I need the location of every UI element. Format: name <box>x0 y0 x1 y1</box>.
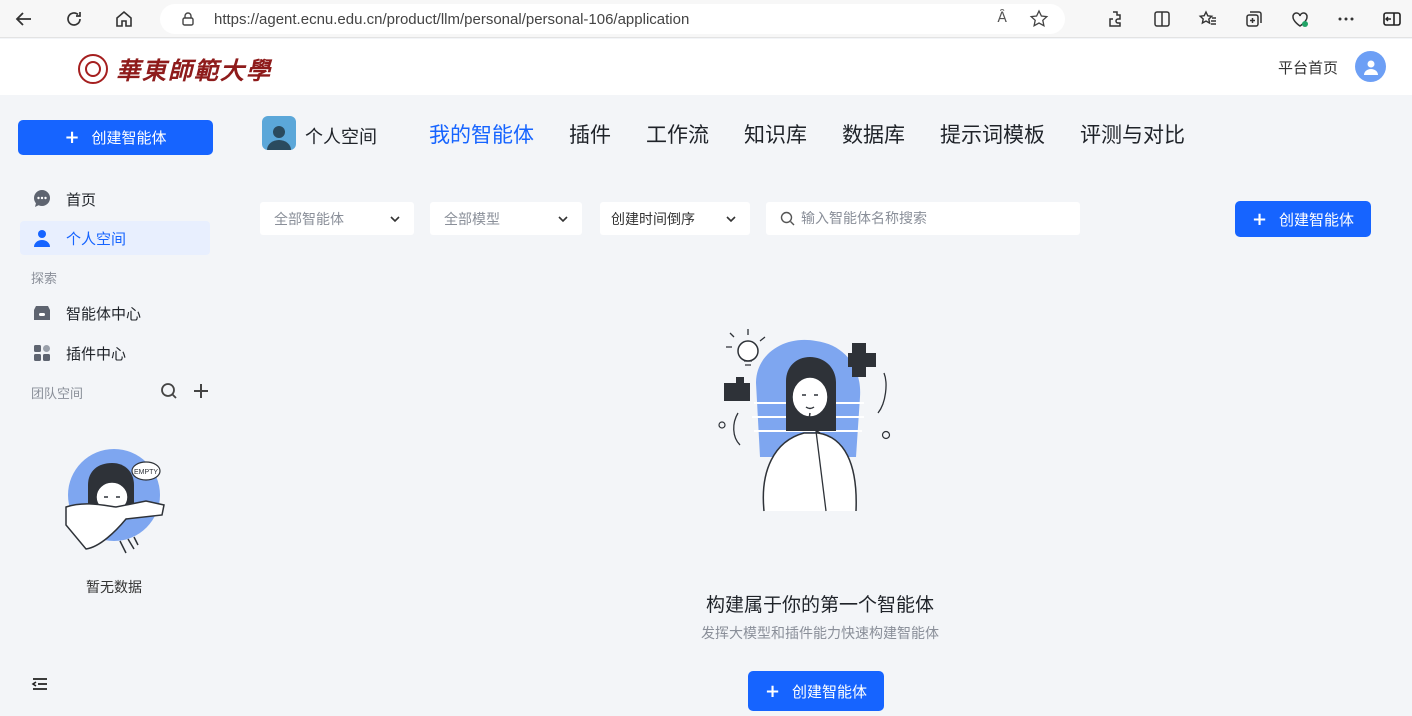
personal-space-title: 个人空间 <box>305 127 377 148</box>
empty-state-title: 构建属于你的第一个智能体 <box>705 594 934 616</box>
tab-prompt-templates[interactable]: 提示词模板 <box>940 119 1045 149</box>
empty-team-illustration: EMPTY <box>65 449 165 554</box>
app-header: 華東師範大學 平台首页 <box>0 39 1412 95</box>
sidebar-item-home[interactable]: 首页 <box>20 182 210 216</box>
browser-toolbar: https://agent.ecnu.edu.cn/product/llm/pe… <box>0 0 1412 38</box>
tab-my-agents[interactable]: 我的智能体 <box>429 119 534 149</box>
explore-section-label: 探索 <box>31 272 58 287</box>
university-seal-icon <box>78 53 108 84</box>
plus-icon: + <box>1251 208 1268 230</box>
agent-search-box[interactable] <box>766 202 1080 235</box>
sort-select[interactable]: 创建时间倒序 <box>600 202 750 235</box>
sidebar-item-label: 智能体中心 <box>66 304 142 323</box>
plus-icon: + <box>64 127 80 148</box>
empty-state-subtitle: 发挥大模型和插件能力快速构建智能体 <box>701 626 939 642</box>
reload-button[interactable] <box>56 4 92 34</box>
user-icon <box>32 228 52 248</box>
browser-extensions <box>1086 4 1408 34</box>
model-value: 全部模型 <box>444 211 500 228</box>
split-screen-icon[interactable] <box>1146 4 1178 34</box>
sidebar-create-agent-button[interactable]: + 创建智能体 <box>18 120 213 155</box>
chat-bubble-icon <box>32 189 52 209</box>
tab-workflows[interactable]: 工作流 <box>646 119 709 149</box>
sidebar-create-label: 创建智能体 <box>91 129 167 147</box>
search-icon <box>780 211 795 226</box>
empty-bubble-text: EMPTY <box>134 469 158 476</box>
tab-database[interactable]: 数据库 <box>842 119 905 149</box>
logo-text: 華東師範大學 <box>116 56 272 85</box>
sidebar-item-label: 个人空间 <box>66 229 127 248</box>
sort-value: 创建时间倒序 <box>611 211 695 228</box>
tab-evaluation[interactable]: 评测与对比 <box>1080 119 1185 149</box>
collections-icon[interactable] <box>1238 4 1270 34</box>
browser-health-icon[interactable] <box>1284 4 1316 34</box>
address-bar[interactable]: https://agent.ecnu.edu.cn/product/llm/pe… <box>160 4 1065 34</box>
sidebar-item-plugin-center[interactable]: 插件中心 <box>20 336 210 370</box>
main-content: 个人空间 我的智能体 插件 工作流 知识库 数据库 提示词模板 评测与对比 全部… <box>228 95 1412 716</box>
sidebar-item-label: 插件中心 <box>66 344 127 363</box>
chevron-down-icon <box>558 216 568 223</box>
sidebar-item-personal-space[interactable]: 个人空间 <box>20 221 210 255</box>
personal-space-avatar <box>262 116 296 150</box>
agent-type-value: 全部智能体 <box>274 211 344 228</box>
team-space-label: 团队空间 <box>31 387 84 402</box>
more-menu-icon[interactable] <box>1330 4 1362 34</box>
plugin-grid-icon <box>32 343 52 363</box>
sidebar-item-agent-center[interactable]: 智能体中心 <box>20 296 210 330</box>
read-aloud-icon[interactable]: Ȃ <box>997 10 1007 26</box>
empty-create-agent-button[interactable]: + 创建智能体 <box>748 671 884 711</box>
user-avatar[interactable] <box>1355 51 1386 82</box>
agent-store-icon <box>32 303 52 323</box>
model-select[interactable]: 全部模型 <box>430 202 582 235</box>
university-logo[interactable]: 華東師範大學 <box>78 51 272 86</box>
create-agent-button[interactable]: + 创建智能体 <box>1235 201 1371 237</box>
lock-icon <box>182 12 194 26</box>
sidebar-item-label: 首页 <box>66 190 97 209</box>
extensions-icon[interactable] <box>1100 4 1132 34</box>
create-agent-label: 创建智能体 <box>1279 210 1355 229</box>
chevron-down-icon <box>726 216 736 223</box>
space-tabs: 我的智能体 插件 工作流 知识库 数据库 提示词模板 评测与对比 <box>429 119 1220 149</box>
chevron-down-icon <box>390 216 400 223</box>
favorites-icon[interactable] <box>1192 4 1224 34</box>
add-team-icon[interactable] <box>192 382 210 400</box>
agent-type-select[interactable]: 全部智能体 <box>260 202 414 235</box>
sidebar-toggle-icon[interactable] <box>1376 4 1408 34</box>
tab-knowledge-base[interactable]: 知识库 <box>744 119 807 149</box>
empty-create-label: 创建智能体 <box>792 682 868 701</box>
search-icon[interactable] <box>160 382 178 400</box>
agent-search-input[interactable] <box>801 210 1061 227</box>
collapse-sidebar-icon[interactable] <box>31 675 49 693</box>
team-space-tools <box>160 382 210 400</box>
tab-plugins[interactable]: 插件 <box>569 119 611 149</box>
url-text[interactable]: https://agent.ecnu.edu.cn/product/llm/pe… <box>214 11 689 28</box>
plus-icon: + <box>764 680 781 702</box>
home-button[interactable] <box>106 4 142 34</box>
sidebar: + 创建智能体 首页 个人空间 探索 智能体中心 插件中心 团队空间 EMPTY… <box>0 95 228 716</box>
favorite-star-icon[interactable] <box>1029 9 1049 29</box>
platform-home-link[interactable]: 平台首页 <box>1278 57 1338 78</box>
back-button[interactable] <box>6 4 42 34</box>
sidebar-empty-text: 暂无数据 <box>86 580 142 596</box>
empty-agents-illustration <box>718 329 891 512</box>
